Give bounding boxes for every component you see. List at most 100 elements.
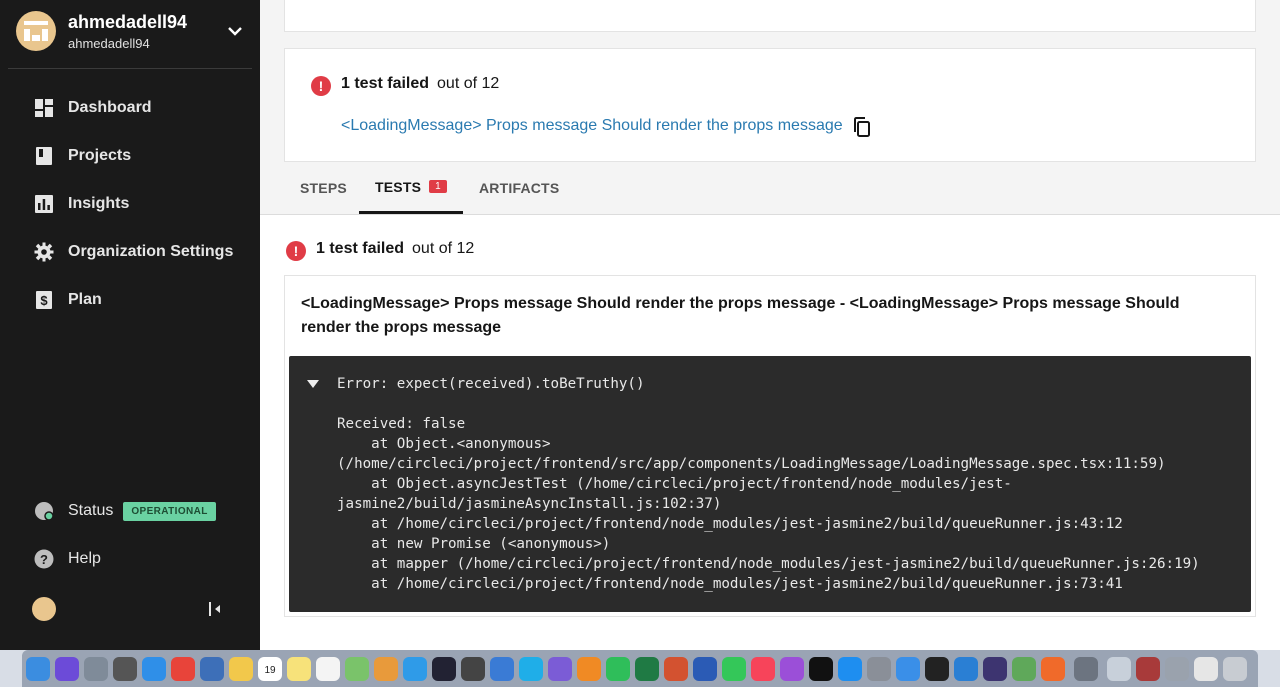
job-tabs: STEPS TESTS 1 ARTIFACTS [260,162,1280,215]
screenflow-icon[interactable] [461,656,485,681]
quicktime-icon[interactable] [432,656,456,681]
tab-label: TESTS [375,178,422,195]
xcode-icon[interactable] [896,656,920,681]
music-icon[interactable] [751,656,775,681]
gear-icon [34,242,54,262]
status-link[interactable]: Status OPERATIONAL [34,501,216,521]
systemprefs-icon[interactable] [867,656,891,681]
help-icon[interactable] [113,656,137,681]
whatsapp-icon[interactable] [606,656,630,681]
help-label: Help [68,550,101,567]
alert-icon: ! [286,241,306,261]
photos-icon[interactable] [374,656,398,681]
facetime-icon[interactable] [722,656,746,681]
documents-icon[interactable] [1194,656,1218,681]
tab-artifacts[interactable]: ARTIFACTS [479,162,559,214]
notes-icon[interactable] [229,656,253,681]
vscode-icon[interactable] [954,656,978,681]
chevron-down-icon[interactable] [226,22,244,40]
messages-icon[interactable] [403,656,427,681]
pipeline-meta-bar [284,0,1256,32]
viber-icon[interactable] [548,656,572,681]
finder2-icon[interactable] [1107,656,1131,681]
help2-icon[interactable] [1074,656,1098,681]
failed-test-link[interactable]: <LoadingMessage> Props message Should re… [341,117,843,135]
stickies-icon[interactable] [287,656,311,681]
dictionary-icon[interactable] [1136,656,1160,681]
failed-tests-summary: ! 1 test failed out of 12 <LoadingMessag… [284,48,1256,162]
sidebar-divider [8,68,252,69]
help-link[interactable]: ? Help [34,549,101,569]
svg-text:?: ? [40,552,48,567]
username: ahmedadell94 [68,12,188,32]
tab-label: ARTIFACTS [479,180,560,196]
eclipse-icon[interactable] [983,656,1007,681]
word-icon[interactable] [693,656,717,681]
sidebar-item-organization-settings[interactable]: Organization Settings [16,234,252,270]
launchpad-icon[interactable] [84,656,108,681]
failed-count: 1 test failed out of 12 [341,75,499,93]
user-avatar [16,11,56,51]
macos-dock: 19 [22,650,1258,687]
sidebar-item-projects[interactable]: Projects [16,138,252,174]
projects-icon [36,147,52,165]
powerpoint-icon[interactable] [664,656,688,681]
copy-icon[interactable] [853,117,871,137]
collapse-sidebar-icon[interactable] [206,600,224,618]
sidebar: ahmedadell94 ahmedadell94 Dashboard Proj… [0,0,260,650]
preview-icon[interactable] [200,656,224,681]
error-output: Error: expect(received).toBeTruthy() Rec… [289,356,1251,612]
status-icon [35,502,54,521]
tab-label: STEPS [300,180,347,196]
help-icon: ? [34,549,54,569]
profile-avatar[interactable] [32,597,56,621]
android-studio-icon[interactable] [1012,656,1036,681]
vlc-icon[interactable] [577,656,601,681]
keychain-icon[interactable] [1165,656,1189,681]
quickshot-icon[interactable] [490,656,514,681]
skype-icon[interactable] [519,656,543,681]
status-badge: OPERATIONAL [123,501,216,521]
sidebar-item-label: Insights [68,195,130,212]
failed-label: 1 test failed [341,75,430,92]
insights-icon [35,195,53,213]
tab-steps[interactable]: STEPS [300,162,347,214]
excel-icon[interactable] [635,656,659,681]
sidebar-item-label: Plan [68,291,102,308]
safari-icon[interactable] [142,656,166,681]
tab-tests[interactable]: TESTS 1 [359,162,463,214]
terminal-icon[interactable] [925,656,949,681]
sidebar-item-label: Organization Settings [68,243,234,260]
collapse-triangle-icon[interactable] [307,380,319,388]
firefox-icon[interactable] [1041,656,1065,681]
appletv-icon[interactable] [809,656,833,681]
finder-icon[interactable] [26,656,50,681]
chrome-icon[interactable] [171,656,195,681]
failed-test-card: <LoadingMessage> Props message Should re… [284,275,1256,617]
main-content: ! 1 test failed out of 12 <LoadingMessag… [260,0,1280,650]
svg-text:$: $ [40,293,48,308]
reminders-icon[interactable] [316,656,340,681]
sidebar-item-insights[interactable]: Insights [16,186,252,222]
failed-count: 1 test failed out of 12 [316,240,474,258]
podcasts-icon[interactable] [780,656,804,681]
alert-icon: ! [311,76,331,96]
failed-label: 1 test failed [316,240,405,257]
siri-icon[interactable] [55,656,79,681]
dashboard-icon [35,99,53,117]
error-text: Error: expect(received).toBeTruthy() Rec… [337,376,1200,592]
maps-icon[interactable] [345,656,369,681]
org-name: ahmedadell94 [68,36,150,51]
sidebar-item-plan[interactable]: $ Plan [16,282,252,318]
test-title: <LoadingMessage> Props message Should re… [301,295,1180,336]
sidebar-item-dashboard[interactable]: Dashboard [16,90,252,126]
plan-icon: $ [36,291,52,309]
trash-icon[interactable] [1223,656,1247,681]
total-label: out of 12 [437,75,500,92]
tests-panel: ! 1 test failed out of 12 <LoadingMessag… [260,215,1280,650]
sidebar-item-label: Dashboard [68,99,152,116]
appstore-icon[interactable] [838,656,862,681]
org-switcher[interactable]: ahmedadell94 ahmedadell94 [16,8,252,52]
calendar-icon[interactable]: 19 [258,656,282,681]
tests-count-badge: 1 [429,180,447,193]
